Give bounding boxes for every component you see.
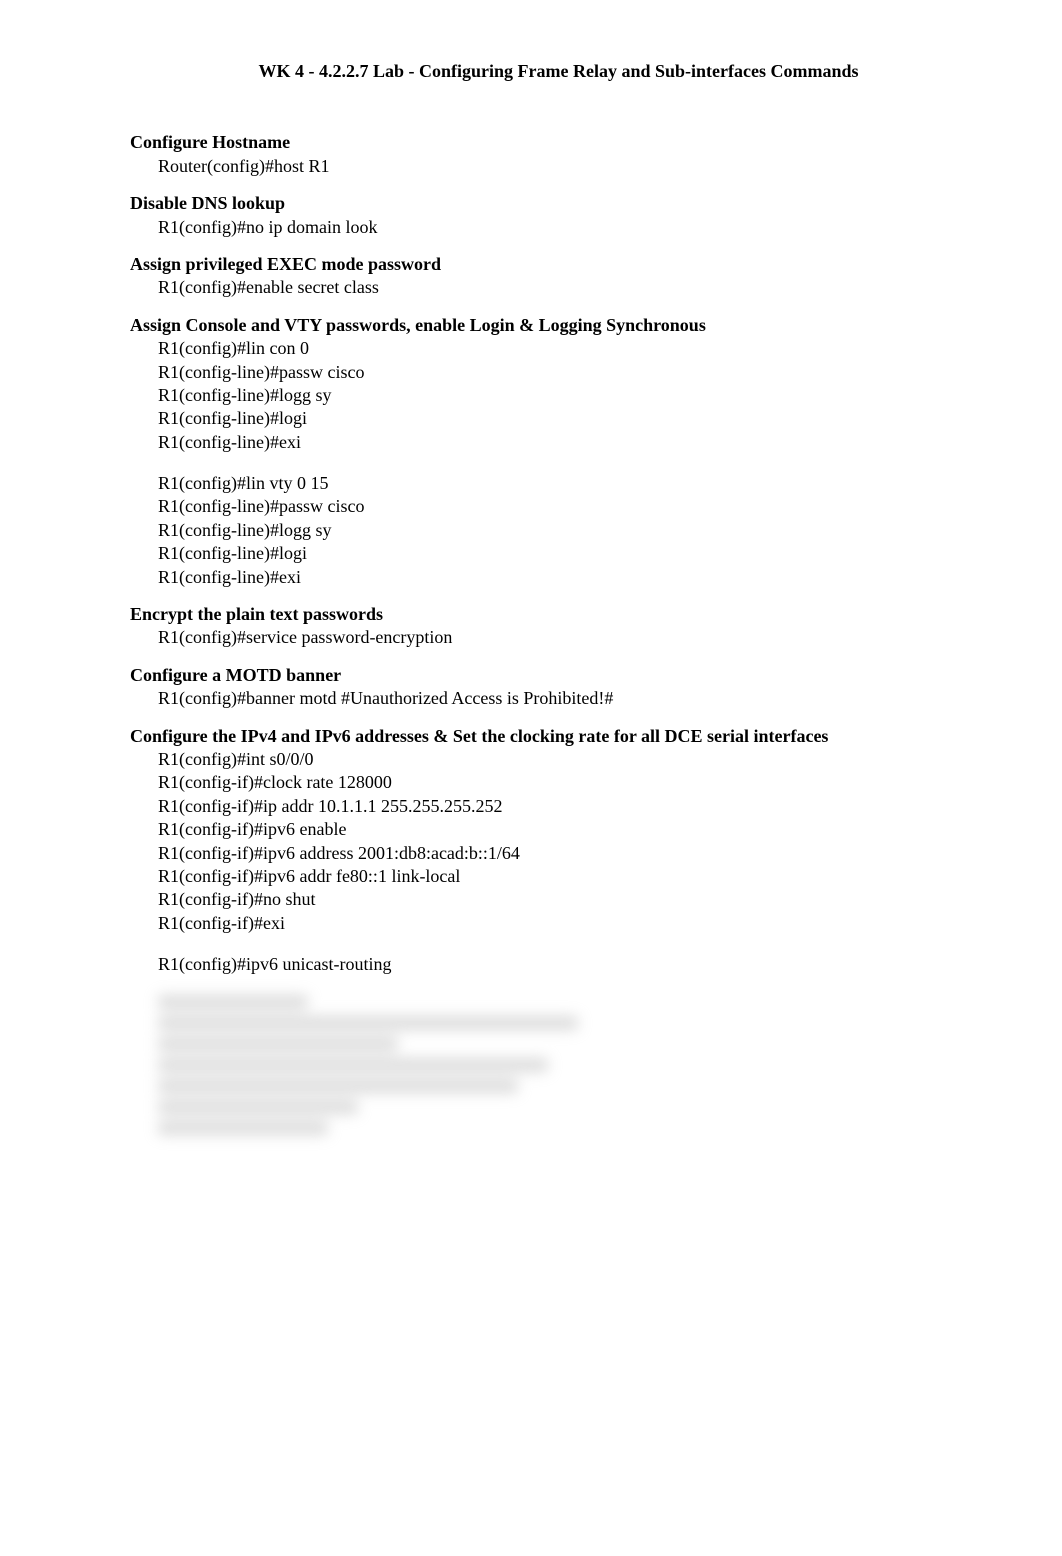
blurred-line xyxy=(158,1037,398,1051)
section-heading: Disable DNS lookup xyxy=(130,192,947,215)
command-line: R1(config-line)#passw cisco xyxy=(130,495,947,518)
command-line: R1(config-if)#ipv6 addr fe80::1 link-loc… xyxy=(130,865,947,888)
section-privileged-exec-password: Assign privileged EXEC mode password R1(… xyxy=(130,253,947,300)
command-line: R1(config-line)#exi xyxy=(130,431,947,454)
section-motd-banner: Configure a MOTD banner R1(config)#banne… xyxy=(130,664,947,711)
command-line: R1(config-line)#passw cisco xyxy=(130,361,947,384)
command-line: R1(config)#ipv6 unicast-routing xyxy=(130,953,947,976)
section-heading: Encrypt the plain text passwords xyxy=(130,603,947,626)
command-line: R1(config)#int s0/0/0 xyxy=(130,748,947,771)
command-line: R1(config-if)#ip addr 10.1.1.1 255.255.2… xyxy=(130,795,947,818)
command-line: R1(config)#banner motd #Unauthorized Acc… xyxy=(130,687,947,710)
command-line: Router(config)#host R1 xyxy=(130,155,947,178)
section-disable-dns-lookup: Disable DNS lookup R1(config)#no ip doma… xyxy=(130,192,947,239)
section-heading: Configure Hostname xyxy=(130,131,947,154)
command-line: R1(config)#lin con 0 xyxy=(130,337,947,360)
command-line: R1(config-line)#logg sy xyxy=(130,519,947,542)
section-console-vty-passwords: Assign Console and VTY passwords, enable… xyxy=(130,314,947,589)
command-line: R1(config-line)#logg sy xyxy=(130,384,947,407)
command-line: R1(config-if)#exi xyxy=(130,912,947,935)
section-heading: Configure a MOTD banner xyxy=(130,664,947,687)
blurred-line xyxy=(158,1121,328,1135)
page-title: WK 4 - 4.2.2.7 Lab - Configuring Frame R… xyxy=(170,60,947,83)
command-line: R1(config)#lin vty 0 15 xyxy=(130,472,947,495)
command-line: R1(config-if)#ipv6 address 2001:db8:acad… xyxy=(130,842,947,865)
section-configure-hostname: Configure Hostname Router(config)#host R… xyxy=(130,131,947,178)
command-line: R1(config-line)#logi xyxy=(130,407,947,430)
blurred-line xyxy=(158,1016,578,1030)
blurred-line xyxy=(158,1079,518,1093)
blurred-preview-block xyxy=(130,995,947,1135)
section-heading: Assign Console and VTY passwords, enable… xyxy=(130,314,947,337)
blurred-line xyxy=(158,995,308,1009)
command-line: R1(config-if)#clock rate 128000 xyxy=(130,771,947,794)
blurred-line xyxy=(158,1058,548,1072)
section-ipv4-ipv6-addresses: Configure the IPv4 and IPv6 addresses & … xyxy=(130,725,947,977)
section-encrypt-passwords: Encrypt the plain text passwords R1(conf… xyxy=(130,603,947,650)
command-line: R1(config)#service password-encryption xyxy=(130,626,947,649)
command-line: R1(config-line)#logi xyxy=(130,542,947,565)
command-line: R1(config-if)#no shut xyxy=(130,888,947,911)
section-heading: Configure the IPv4 and IPv6 addresses & … xyxy=(130,725,947,748)
section-heading: Assign privileged EXEC mode password xyxy=(130,253,947,276)
command-line: R1(config)#enable secret class xyxy=(130,276,947,299)
command-line: R1(config-if)#ipv6 enable xyxy=(130,818,947,841)
blurred-line xyxy=(158,1100,358,1114)
command-line: R1(config-line)#exi xyxy=(130,566,947,589)
command-line: R1(config)#no ip domain look xyxy=(130,216,947,239)
